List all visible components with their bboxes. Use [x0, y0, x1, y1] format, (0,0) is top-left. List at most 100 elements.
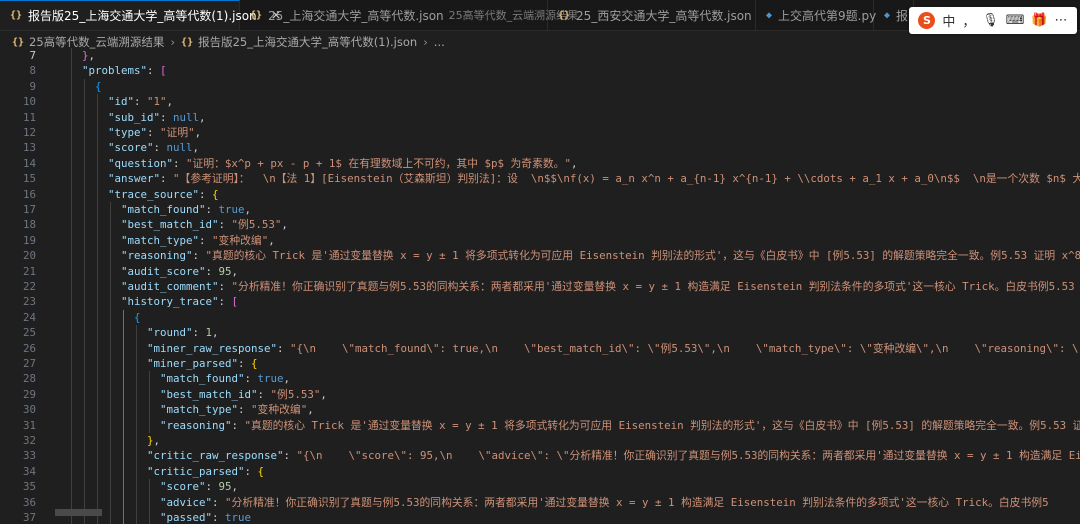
- line-number: 37: [22, 511, 36, 524]
- line-number: 24: [22, 310, 36, 324]
- code-line[interactable]: 17 "match_found": true,: [0, 202, 1080, 217]
- code-line[interactable]: 32},: [0, 433, 1080, 448]
- indent-guide: [149, 371, 150, 433]
- horizontal-scrollbar[interactable]: [55, 509, 102, 516]
- code-line[interactable]: 35 "score": 95,: [0, 479, 1080, 494]
- line-number: 16: [22, 187, 36, 201]
- line-number: 27: [22, 357, 36, 370]
- code-line[interactable]: 20 "reasoning": "真题的核心 Trick 是'通过变量替换 x =…: [0, 248, 1080, 263]
- line-number: 33: [22, 449, 36, 463]
- tab-3[interactable]: {} 25_西安交通大学_高等代数.json: [548, 0, 756, 30]
- code-line[interactable]: 36 "advice": "分析精准！你正确识别了真题与例5.53的同构关系：两者…: [0, 495, 1080, 510]
- line-number: 31: [22, 418, 36, 432]
- indent-guide: [149, 479, 150, 524]
- line-number: 9: [29, 79, 36, 93]
- code-line[interactable]: 30 "match_type": "变种改编",: [0, 402, 1080, 417]
- ime-mode[interactable]: 中: [942, 11, 955, 30]
- code-line[interactable]: 29 "best_match_id": "例5.53",: [0, 387, 1080, 402]
- code-line[interactable]: 13 "score": null,: [0, 140, 1080, 155]
- line-number: 23: [22, 295, 36, 309]
- microphone-icon[interactable]: 🎙: [982, 13, 999, 28]
- line-number: 13: [22, 141, 36, 155]
- code-text: "score": 95,: [160, 480, 239, 494]
- code-text: "match_found": true,: [160, 372, 291, 386]
- code-text: "audit_score": 95,: [121, 264, 239, 278]
- code-text: "history_trace": [: [121, 295, 239, 309]
- code-text: "round": 1,: [147, 326, 219, 340]
- indent-guide: [97, 94, 98, 524]
- code-line[interactable]: 14 "question": "证明：$x^p + px - p + 1$ 在有理…: [0, 156, 1080, 171]
- keyboard-icon[interactable]: ⌨: [1006, 13, 1025, 28]
- tab-1[interactable]: {} 报告版25_上海交通大学_高等代数(1).json ×: [0, 0, 282, 30]
- json-file-icon: {}: [10, 10, 23, 21]
- code-text: "id": "1",: [108, 95, 174, 109]
- tab-5[interactable]: ◆ 报: [874, 0, 914, 30]
- code-line[interactable]: 12 "type": "证明",: [0, 125, 1080, 140]
- line-number: 17: [22, 203, 36, 216]
- code-line[interactable]: 22 "audit_comment": "分析精准！你正确识别了真题与例5.53的…: [0, 279, 1080, 294]
- code-line[interactable]: 24 {: [0, 310, 1080, 325]
- code-line[interactable]: 8 "problems": [: [0, 63, 1080, 78]
- indent-guide: [123, 309, 124, 524]
- sogou-logo-icon[interactable]: S: [918, 12, 936, 29]
- code-line[interactable]: 23 "history_trace": [: [0, 294, 1080, 309]
- line-number: 22: [22, 280, 36, 293]
- code-line[interactable]: 11 "sub_id": null,: [0, 110, 1080, 125]
- code-line[interactable]: 33 "critic_raw_response": "{\n \"score\":…: [0, 448, 1080, 463]
- code-text: "problems": [: [82, 64, 167, 78]
- ime-punct[interactable]: ，: [962, 11, 975, 30]
- code-line[interactable]: 21 "audit_score": 95,: [0, 264, 1080, 279]
- indent-guide: [136, 325, 137, 524]
- more-icon[interactable]: ⋯: [1054, 13, 1067, 28]
- code-text: "advice": "分析精准！你正确识别了真题与例5.53的同构关系：两者都采…: [160, 495, 1049, 509]
- line-number: 25: [22, 326, 36, 340]
- code-text: "best_match_id": "例5.53",: [121, 218, 288, 232]
- json-file-icon: {}: [558, 9, 571, 21]
- line-number: 11: [22, 110, 36, 124]
- line-number: 18: [22, 218, 36, 232]
- code-line[interactable]: 27 "miner_parsed": {: [0, 356, 1080, 371]
- indent-guide: [110, 202, 111, 524]
- line-number: 14: [22, 156, 36, 170]
- code-text: "reasoning": "真题的核心 Trick 是'通过变量替换 x = y…: [121, 249, 1080, 263]
- code-line[interactable]: 37 "passed": true: [0, 510, 1080, 524]
- json-file-icon: {}: [250, 9, 263, 21]
- code-line[interactable]: 31 "reasoning": "真题的核心 Trick 是'通过变量替换 x =…: [0, 418, 1080, 433]
- code-text: "match_found": true,: [121, 203, 252, 216]
- tab-label: 报告版25_上海交通大学_高等代数(1).json: [28, 9, 257, 23]
- line-number: 26: [22, 341, 36, 355]
- code-line[interactable]: 19 "match_type": "变种改编",: [0, 233, 1080, 248]
- tab-2[interactable]: {} 25_上海交通大学_高等代数.json 25高等代数_云端溯源结果: [240, 0, 578, 30]
- code-text: "miner_parsed": {: [147, 357, 258, 370]
- code-text: "critic_raw_response": "{\n \"score\": 9…: [147, 449, 1080, 463]
- code-line[interactable]: 25 "round": 1,: [0, 325, 1080, 340]
- tab-label: 上交高代第9题.py: [778, 8, 877, 23]
- code-text: "type": "证明",: [108, 126, 202, 139]
- code-line[interactable]: 10 "id": "1",: [0, 94, 1080, 109]
- code-line[interactable]: 34 "critic_parsed": {: [0, 464, 1080, 479]
- code-line[interactable]: 15 "answer": "【参考证明】： \n【法 1】[Eisenstein（…: [0, 171, 1080, 186]
- code-text: "match_type": "变种改编",: [160, 403, 314, 417]
- tab-label: 25_上海交通大学_高等代数.json: [268, 8, 444, 23]
- code-text: "score": null,: [108, 141, 200, 155]
- line-number: 34: [22, 464, 36, 478]
- code-line[interactable]: 9{: [0, 79, 1080, 94]
- code-editor[interactable]: 7}, 8 "problems": [9{10 "id": "1", 11 "sub_id…: [0, 46, 1080, 524]
- line-number: 8: [29, 64, 36, 78]
- code-line[interactable]: 7},: [0, 48, 1080, 63]
- code-line[interactable]: 16 "trace_source": {: [0, 187, 1080, 202]
- line-number: 21: [22, 264, 36, 278]
- indent-guide: [71, 48, 72, 524]
- code-text: },: [82, 49, 96, 62]
- code-line[interactable]: 28 "match_found": true,: [0, 371, 1080, 386]
- line-number: 15: [22, 172, 36, 186]
- code-line[interactable]: 18 "best_match_id": "例5.53",: [0, 217, 1080, 232]
- line-number: 7: [29, 49, 36, 62]
- code-line[interactable]: 26 "miner_raw_response": "{\n \"match_fou…: [0, 341, 1080, 356]
- gift-icon[interactable]: 🎁: [1031, 13, 1047, 28]
- ime-toolbar[interactable]: S 中 ， 🎙 ⌨ 🎁 ⋯: [909, 7, 1077, 34]
- python-file-icon: ◆: [766, 9, 773, 21]
- code-text: },: [147, 434, 161, 447]
- tab-4[interactable]: ◆ 上交高代第9题.py: [756, 0, 877, 30]
- tab-label: 报: [896, 8, 909, 23]
